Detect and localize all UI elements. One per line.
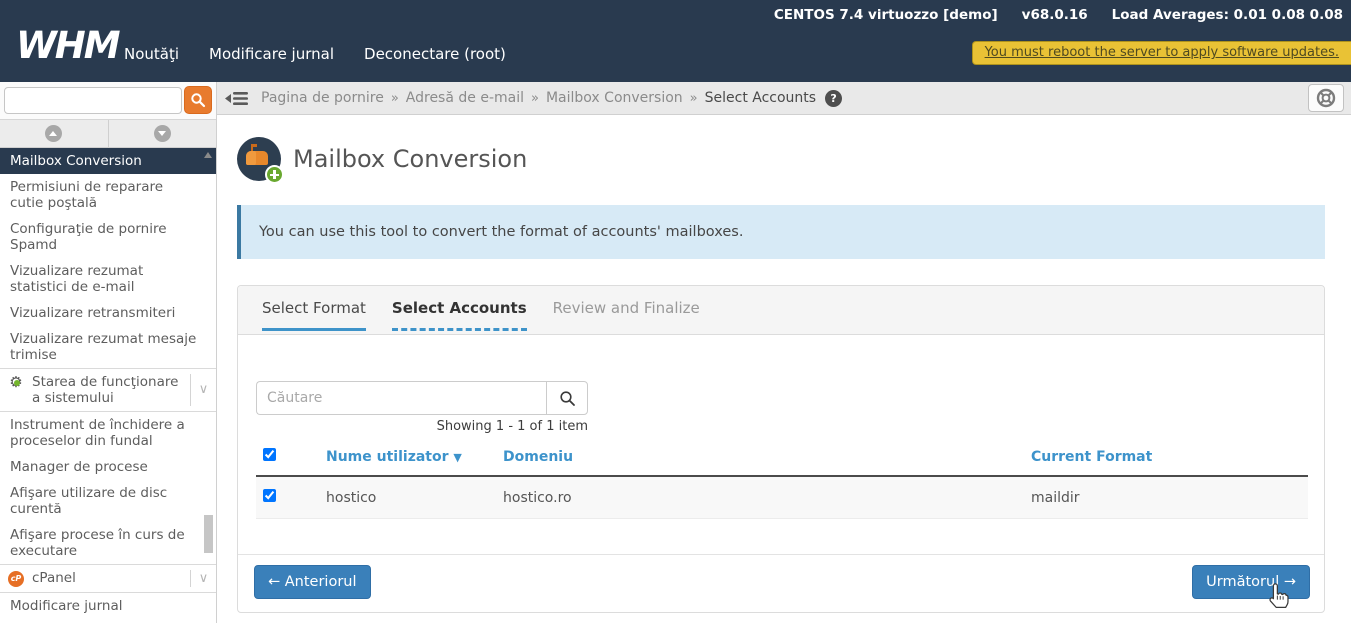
sidebar-item-process-manager[interactable]: Manager de procese — [0, 454, 216, 480]
circle-up-icon — [45, 125, 62, 142]
breadcrumb-email[interactable]: Adresă de e-mail — [406, 90, 524, 106]
breadcrumb-tool[interactable]: Mailbox Conversion — [546, 90, 683, 106]
sidebar-item-customization[interactable]: Customization — [0, 619, 216, 622]
page-header: Mailbox Conversion — [237, 137, 527, 181]
system-health-gear-icon: ⚙ — [0, 374, 32, 406]
whm-version: v68.0.16 — [1022, 7, 1088, 23]
wizard-footer: ← Anteriorul Următorul → — [238, 554, 1324, 612]
plus-badge-icon — [265, 165, 284, 184]
breadcrumb-separator: » — [531, 91, 539, 106]
system-os-label: CENTOS 7.4 virtuozzo [demo] — [774, 7, 998, 23]
row-checkbox[interactable] — [263, 489, 276, 502]
scrollbar-up-arrow[interactable] — [204, 152, 212, 158]
select-all-checkbox[interactable] — [263, 448, 276, 461]
system-info: CENTOS 7.4 virtuozzo [demo] v68.0.16 Loa… — [774, 7, 1343, 23]
breadcrumb-separator: » — [690, 91, 698, 106]
column-username[interactable]: Nume utilizator ▼ — [326, 439, 503, 476]
nav-logout[interactable]: Deconectare (root) — [364, 45, 506, 63]
top-navbar: CENTOS 7.4 virtuozzo [demo] v68.0.16 Loa… — [0, 0, 1351, 82]
mailbox-conversion-icon — [237, 137, 281, 181]
sort-desc-icon: ▼ — [453, 451, 461, 464]
breadcrumb-separator: » — [391, 91, 399, 106]
circle-down-icon — [154, 125, 171, 142]
sidebar-section-cpanel[interactable]: cP cPanel ∨ — [0, 564, 216, 593]
whm-logo[interactable]: WHM — [16, 24, 119, 67]
chevron-down-icon[interactable]: ∨ — [190, 570, 216, 587]
sidebar-menu: Mailbox Conversion Permisiuni de reparar… — [0, 148, 216, 622]
sidebar-item-spamd-config[interactable]: Configuraţie de pornire Spamd — [0, 216, 216, 258]
scrollbar-thumb[interactable] — [204, 515, 213, 553]
nav-changelog[interactable]: Modificare jurnal — [209, 45, 334, 63]
search-icon — [559, 390, 576, 407]
wizard-tabs: Select Format Select Accounts Review and… — [238, 286, 1324, 335]
help-icon[interactable]: ? — [825, 90, 842, 107]
sidebar-item-changelog[interactable]: Modificare jurnal — [0, 593, 216, 619]
sidebar-search-button[interactable] — [184, 86, 212, 114]
sidebar-item-mailbox-permissions[interactable]: Permisiuni de reparare cutie poştală — [0, 174, 216, 216]
tab-select-format[interactable]: Select Format — [262, 286, 366, 334]
sidebar-collapse-icon[interactable] — [225, 90, 249, 107]
life-ring-icon — [1316, 88, 1336, 108]
sidebar-item-mailbox-conversion[interactable]: Mailbox Conversion — [0, 148, 216, 174]
accounts-table: Nume utilizator ▼ Domeniu Current Format… — [256, 439, 1308, 519]
pagination-status: Showing 1 - 1 of 1 item — [256, 419, 588, 434]
table-header-row: Nume utilizator ▼ Domeniu Current Format — [256, 439, 1308, 476]
tab-select-accounts[interactable]: Select Accounts — [392, 286, 527, 334]
jump-to-top-button[interactable] — [0, 120, 108, 147]
previous-button[interactable]: ← Anteriorul — [254, 565, 371, 599]
wizard-panel: Select Format Select Accounts Review and… — [237, 285, 1325, 613]
sidebar-jump-row — [0, 120, 216, 148]
sidebar-item-sent-summary[interactable]: Vizualizare rezumat mesaje trimise — [0, 326, 216, 368]
cell-username: hostico — [326, 476, 503, 519]
cell-domain: hostico.ro — [503, 476, 1031, 519]
sidebar-section-system-health[interactable]: ⚙ Starea de funcţionare a sistemului ∨ — [0, 368, 216, 412]
support-button[interactable] — [1308, 84, 1344, 112]
top-navigation: Noutăţi Modificare jurnal Deconectare (r… — [124, 45, 506, 63]
breadcrumb-home[interactable]: Pagina de pornire — [261, 90, 384, 106]
cell-format: maildir — [1031, 476, 1308, 519]
sidebar-item-mail-stats[interactable]: Vizualizare rezumat statistici de e-mail — [0, 258, 216, 300]
tab-underline-dashed — [392, 328, 527, 331]
search-icon — [190, 92, 206, 108]
table-row: hostico hostico.ro maildir — [256, 476, 1308, 519]
sidebar-item-relayers[interactable]: Vizualizare retransmiteri — [0, 300, 216, 326]
breadcrumb-bar: Pagina de pornire » Adresă de e-mail » M… — [217, 82, 1351, 115]
cpanel-logo-icon: cP — [0, 570, 32, 587]
reboot-notice-link[interactable]: You must reboot the server to apply soft… — [972, 41, 1351, 65]
page-title: Mailbox Conversion — [293, 145, 527, 173]
info-callout: You can use this tool to convert the for… — [237, 205, 1325, 259]
chevron-down-icon[interactable]: ∨ — [190, 374, 216, 406]
tab-underline-solid — [262, 328, 366, 331]
breadcrumb-current: Select Accounts — [705, 90, 816, 106]
main-content: Mailbox Conversion You can use this tool… — [217, 115, 1351, 623]
sidebar-search-row — [0, 82, 216, 120]
sidebar-item-disk-usage[interactable]: Afişare utilizare de disc curentă — [0, 480, 216, 522]
next-button[interactable]: Următorul → — [1192, 565, 1310, 599]
nav-news[interactable]: Noutăţi — [124, 45, 179, 63]
sidebar: Mailbox Conversion Permisiuni de reparar… — [0, 82, 217, 623]
info-text: You can use this tool to convert the for… — [259, 224, 743, 240]
accounts-search-input[interactable] — [256, 381, 546, 415]
accounts-search-group — [256, 381, 588, 415]
load-averages: Load Averages: 0.01 0.08 0.08 — [1112, 7, 1343, 23]
sidebar-search-input[interactable] — [4, 87, 182, 114]
column-current-format[interactable]: Current Format — [1031, 439, 1308, 476]
column-domain[interactable]: Domeniu — [503, 439, 1031, 476]
accounts-search-button[interactable] — [546, 381, 588, 415]
jump-to-bottom-button[interactable] — [108, 120, 217, 147]
sidebar-item-running-processes[interactable]: Afişare procese în curs de executare — [0, 522, 216, 564]
tab-review-finalize: Review and Finalize — [553, 286, 700, 334]
sidebar-item-kill-processes[interactable]: Instrument de închidere a proceselor din… — [0, 412, 216, 454]
